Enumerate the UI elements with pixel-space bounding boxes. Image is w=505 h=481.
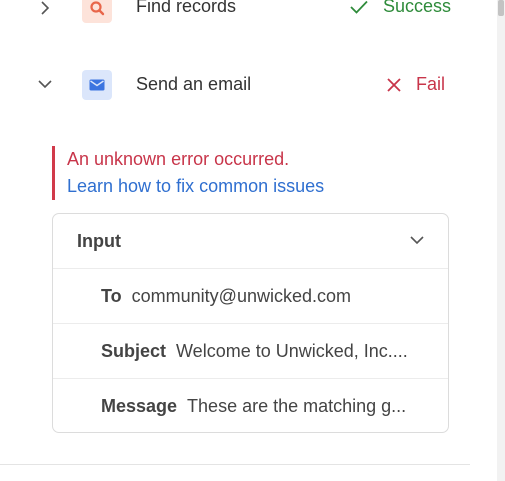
field-message: Message These are the matching g...	[53, 379, 448, 433]
scrollbar-track[interactable]	[497, 0, 505, 481]
field-value: These are the matching g...	[187, 395, 407, 416]
input-panel: Input To community@unwicked.com Subject …	[52, 213, 449, 433]
step-find-records[interactable]: Find records Success	[0, 0, 470, 26]
divider	[0, 464, 470, 465]
field-subject: Subject Welcome to Unwicked, Inc....	[53, 324, 448, 379]
step-title: Find records	[136, 0, 237, 16]
status-label: Success	[383, 0, 452, 16]
field-label: To	[101, 285, 122, 306]
chevron-right-icon[interactable]	[37, 0, 53, 16]
input-panel-header[interactable]: Input	[53, 214, 448, 269]
error-callout: An unknown error occurred. Learn how to …	[52, 146, 324, 200]
field-value: community@unwicked.com	[131, 285, 351, 306]
check-icon	[349, 0, 369, 15]
step-title: Send an email	[136, 74, 252, 94]
error-message: An unknown error occurred.	[67, 149, 290, 169]
status-success: Success	[349, 0, 451, 17]
field-label: Message	[101, 395, 178, 416]
status-fail: Fail	[386, 74, 445, 95]
field-label: Subject	[101, 340, 167, 361]
search-icon	[82, 0, 112, 23]
close-icon	[386, 77, 402, 93]
field-to: To community@unwicked.com	[53, 269, 448, 324]
fix-issues-link[interactable]: Learn how to fix common issues	[67, 173, 324, 200]
input-panel-title: Input	[77, 230, 121, 251]
chevron-down-icon[interactable]	[37, 76, 53, 92]
field-value: Welcome to Unwicked, Inc....	[176, 340, 408, 361]
status-label: Fail	[416, 74, 446, 94]
envelope-icon	[82, 70, 112, 100]
scrollbar-thumb[interactable]	[498, 0, 504, 16]
chevron-down-icon[interactable]	[410, 232, 424, 250]
step-send-email[interactable]: Send an email Fail	[0, 60, 470, 110]
